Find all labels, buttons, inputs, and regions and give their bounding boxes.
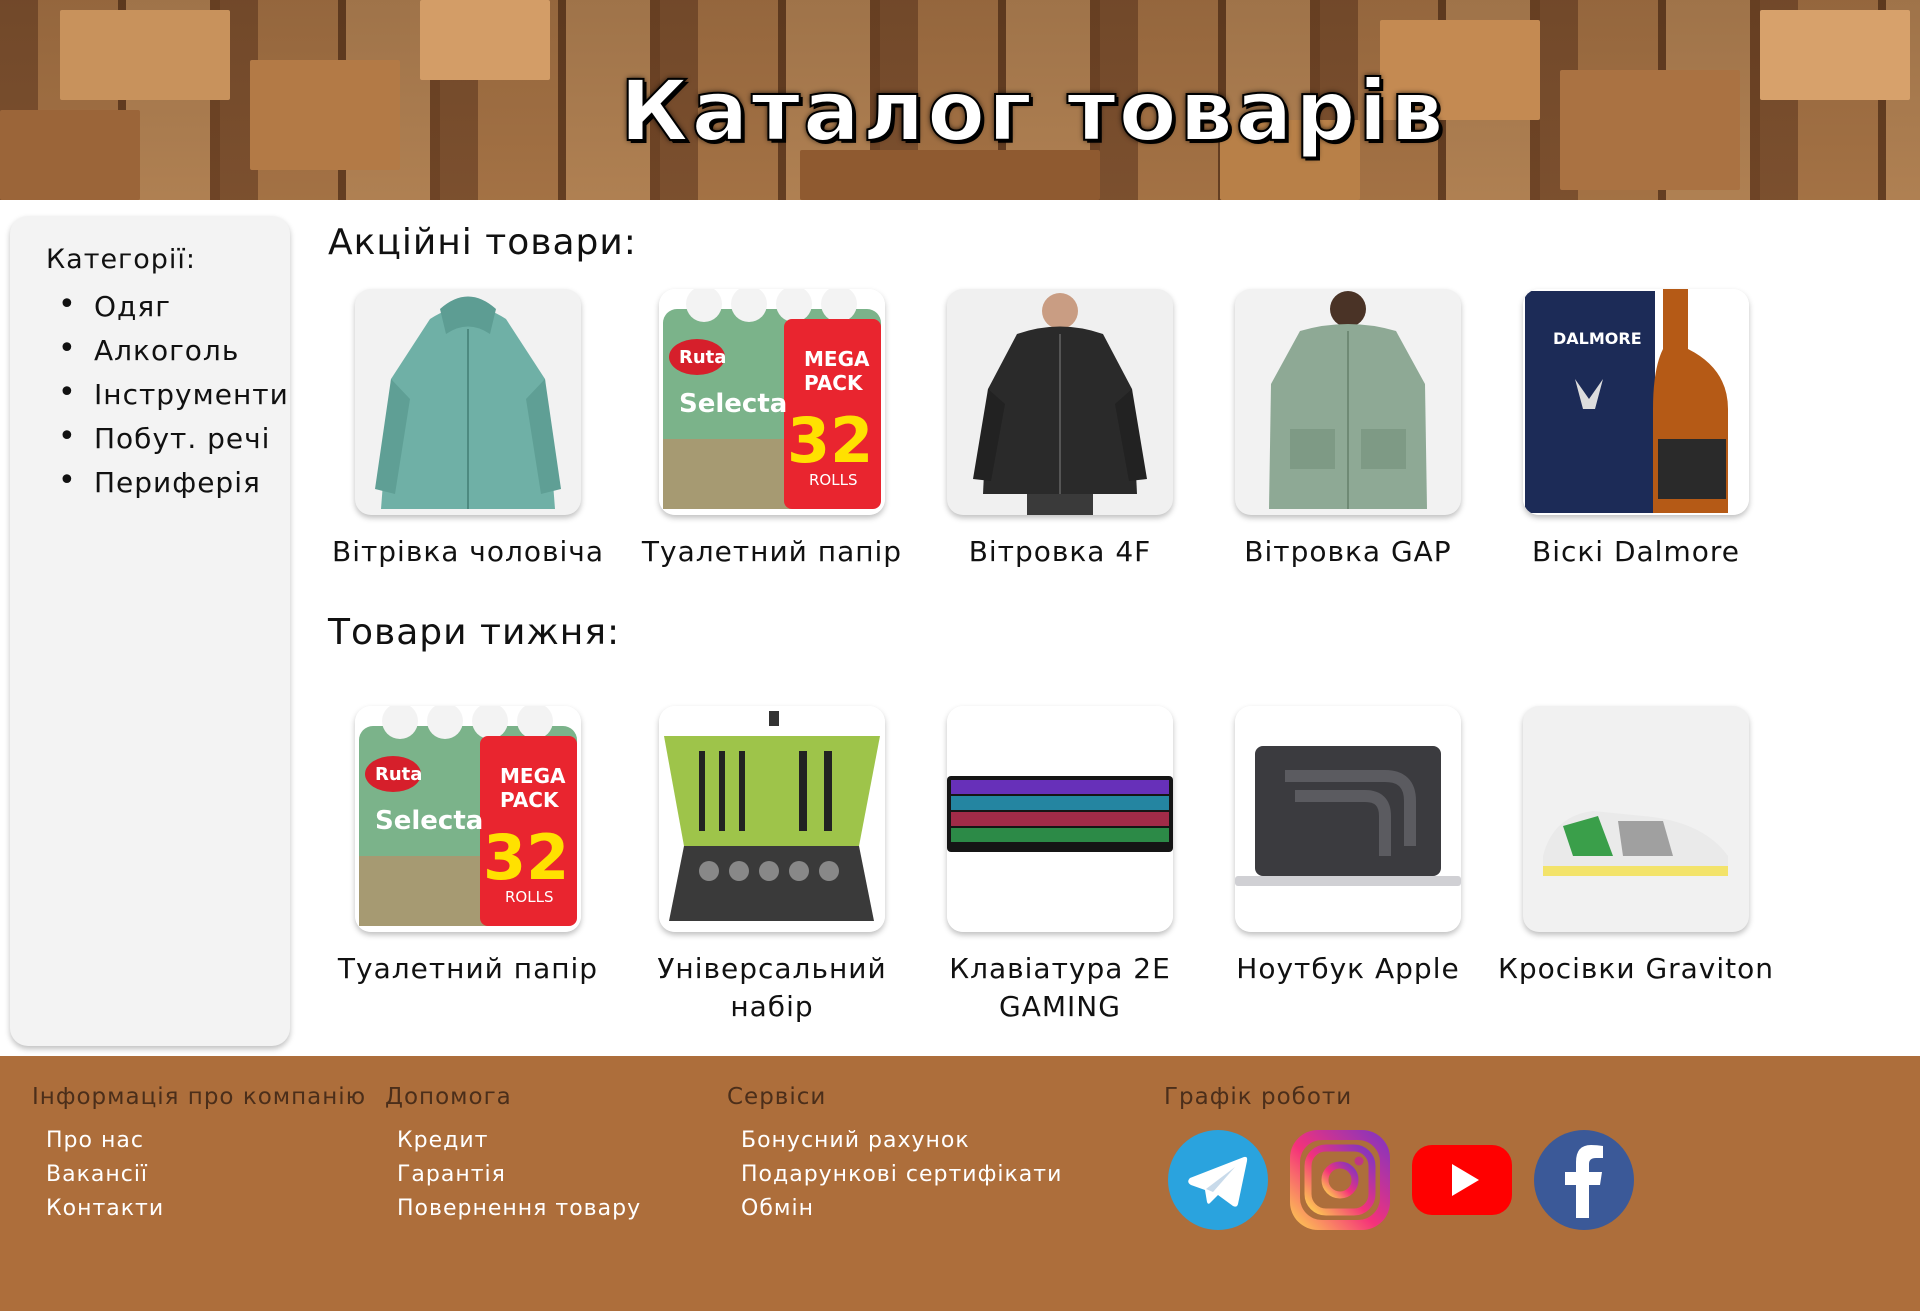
product-card[interactable]: Ruta Selecta MEGA PACK 32 ROLLS Туалетни… — [323, 706, 613, 988]
rolls-text: ROLLS — [809, 471, 858, 489]
pack-text: PACK — [500, 788, 559, 812]
banner-box — [420, 0, 550, 80]
footer-heading: Інформація про компанію — [32, 1084, 367, 1110]
sneakers-image[interactable] — [1523, 706, 1749, 932]
product-card[interactable]: Вітровка GAP — [1203, 289, 1493, 571]
footer-heading: Графік роботи — [1164, 1084, 1353, 1110]
product-card[interactable]: Вітровка 4F — [915, 289, 1205, 571]
count-text: 32 — [787, 404, 874, 477]
banner-box — [250, 60, 400, 170]
product-name[interactable]: Вітрівка чоловіча — [323, 533, 613, 571]
mega-text: MEGA — [500, 764, 566, 788]
banner-box — [1560, 70, 1740, 190]
footer-link-warranty[interactable]: Гарантія — [385, 1158, 641, 1192]
whisky-bottle-image[interactable]: DALMORE — [1523, 289, 1749, 515]
category-item-tools[interactable]: Інструменти — [46, 373, 290, 419]
ruta-logo-text: Ruta — [679, 347, 727, 368]
sale-section-title: Акційні товари: — [328, 222, 637, 263]
category-item-alcohol[interactable]: Алкоголь — [46, 329, 290, 375]
product-card[interactable]: Ноутбук Apple — [1203, 706, 1493, 988]
footer-link-vacancies[interactable]: Вакансії — [32, 1158, 366, 1192]
footer-link-contacts[interactable]: Контакти — [32, 1192, 366, 1226]
count-text: 32 — [483, 821, 570, 894]
page-title: Каталог товарів — [619, 61, 1447, 161]
footer-link-about[interactable]: Про нас — [32, 1124, 366, 1158]
black-jacket-image[interactable] — [947, 289, 1173, 515]
instagram-icon[interactable] — [1290, 1130, 1390, 1230]
ruta-logo-text: Ruta — [375, 764, 423, 785]
category-list: Одяг Алкоголь Інструменти Побут. речі Пе… — [46, 285, 290, 507]
product-card[interactable]: Універсальний набір — [627, 706, 917, 1026]
footer-link-bonus[interactable]: Бонусний рахунок — [727, 1124, 1062, 1158]
telegram-icon[interactable] — [1168, 1130, 1268, 1230]
footer-link-returns[interactable]: Повернення товару — [385, 1192, 641, 1226]
category-item-peripherals[interactable]: Периферія — [46, 461, 290, 507]
pack-text: PACK — [804, 371, 863, 395]
category-item-household[interactable]: Побут. речі — [46, 417, 290, 463]
footer-column-help: Допомога Кредит Гарантія Повернення това… — [385, 1084, 641, 1226]
product-name[interactable]: Туалетний папір — [323, 950, 613, 988]
product-card[interactable]: DALMORE Віскі Dalmore — [1491, 289, 1781, 571]
laptop-image[interactable] — [1235, 706, 1461, 932]
footer-link-certificates[interactable]: Подарункові сертифікати — [727, 1158, 1062, 1192]
product-name[interactable]: Клавіатура 2E GAMING — [915, 950, 1205, 1026]
product-card[interactable]: Вітрівка чоловіча — [323, 289, 613, 571]
youtube-icon[interactable] — [1412, 1130, 1512, 1230]
banner-box — [60, 10, 230, 100]
facebook-icon[interactable] — [1534, 1130, 1634, 1230]
product-name[interactable]: Віскі Dalmore — [1491, 533, 1781, 571]
product-name[interactable]: Кросівки Graviton — [1491, 950, 1781, 988]
rolls-text: ROLLS — [505, 888, 554, 906]
dalmore-box-text: DALMORE — [1553, 329, 1642, 348]
selecta-text: Selecta — [679, 389, 788, 419]
footer-heading: Сервіси — [727, 1084, 827, 1110]
product-name[interactable]: Ноутбук Apple — [1203, 950, 1493, 988]
header-banner: Каталог товарів — [0, 0, 1920, 200]
mega-text: MEGA — [804, 347, 870, 371]
footer-heading: Допомога — [385, 1084, 512, 1110]
product-name[interactable]: Універсальний набір — [627, 950, 917, 1026]
teal-jacket-image[interactable] — [355, 289, 581, 515]
green-jacket-image[interactable] — [1235, 289, 1461, 515]
footer-column-schedule: Графік роботи — [1164, 1084, 1352, 1124]
product-name[interactable]: Туалетний папір — [627, 533, 917, 571]
category-item-clothes[interactable]: Одяг — [46, 285, 290, 331]
tool-kit-image[interactable] — [659, 706, 885, 932]
footer-link-credit[interactable]: Кредит — [385, 1124, 641, 1158]
product-name[interactable]: Вітровка 4F — [915, 533, 1205, 571]
toilet-paper-image[interactable]: Ruta Selecta MEGA PACK 32 ROLLS — [659, 289, 885, 515]
product-card[interactable]: Кросівки Graviton — [1491, 706, 1781, 988]
keyboard-image[interactable] — [947, 706, 1173, 932]
footer-column-services: Сервіси Бонусний рахунок Подарункові сер… — [727, 1084, 1062, 1226]
category-sidebar: Категорії: Одяг Алкоголь Інструменти Поб… — [10, 216, 290, 1046]
sidebar-title: Категорії: — [46, 244, 196, 275]
footer-column-company: Інформація про компанію Про нас Вакансії… — [32, 1084, 366, 1226]
product-name[interactable]: Вітровка GAP — [1203, 533, 1493, 571]
selecta-text: Selecta — [375, 806, 484, 836]
product-card[interactable]: Клавіатура 2E GAMING — [915, 706, 1205, 1026]
toilet-paper-image[interactable]: Ruta Selecta MEGA PACK 32 ROLLS — [355, 706, 581, 932]
banner-box — [0, 110, 140, 200]
product-card[interactable]: Ruta Selecta MEGA PACK 32 ROLLS Туалетни… — [627, 289, 917, 571]
week-section-title: Товари тижня: — [328, 612, 621, 653]
footer-link-exchange[interactable]: Обмін — [727, 1192, 1062, 1226]
banner-box — [1760, 10, 1910, 100]
